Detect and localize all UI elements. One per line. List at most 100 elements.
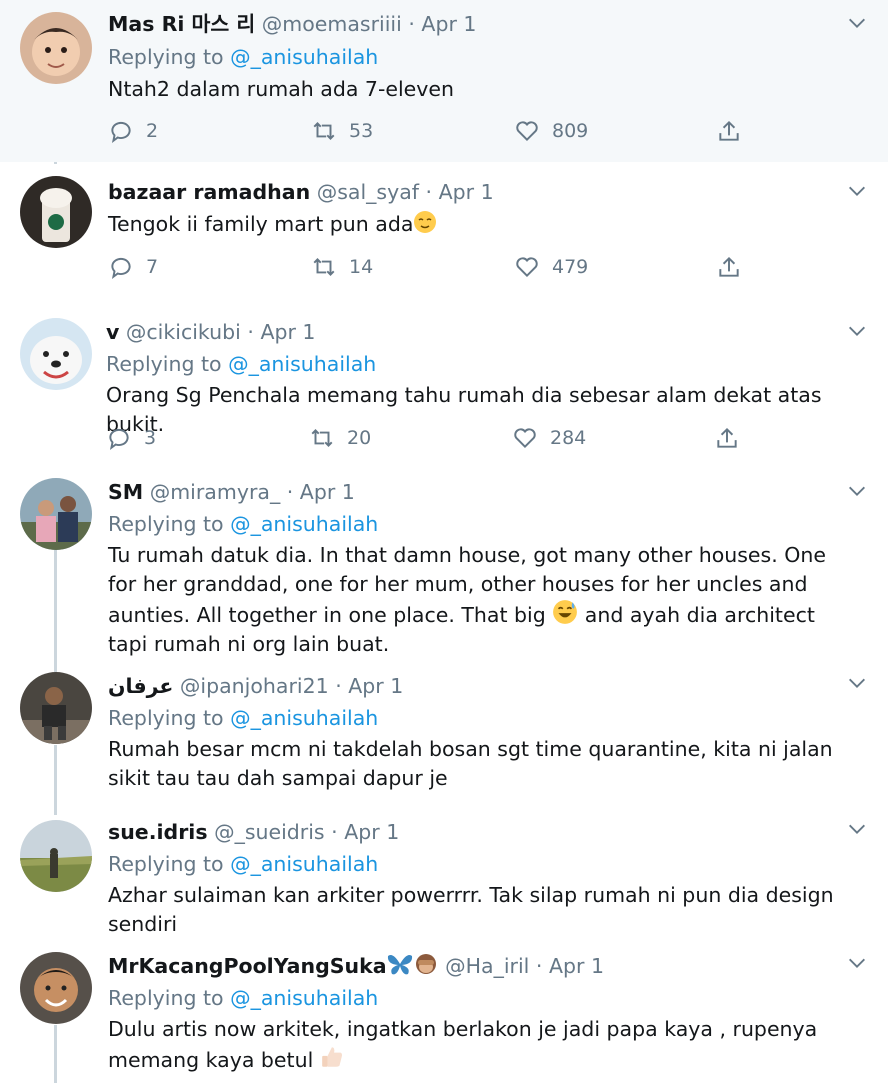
share-button[interactable] bbox=[716, 254, 742, 280]
username[interactable]: @ipanjohari21 bbox=[180, 674, 329, 698]
avatar[interactable] bbox=[20, 820, 92, 892]
replying-label: Replying to bbox=[108, 852, 224, 876]
separator: · bbox=[535, 954, 543, 978]
grinning-sweat-emoji-icon bbox=[553, 600, 578, 624]
replying-label: Replying to bbox=[108, 45, 224, 69]
tweet-text: Ntah2 dalam rumah ada 7-eleven bbox=[108, 77, 455, 101]
retweet-icon bbox=[313, 122, 335, 140]
avatar[interactable] bbox=[20, 478, 92, 550]
chevron-down-icon[interactable] bbox=[846, 320, 868, 342]
share-icon bbox=[717, 427, 737, 448]
replying-label: Replying to bbox=[108, 706, 224, 730]
timestamp[interactable]: Apr 1 bbox=[421, 12, 476, 36]
tweet[interactable]: sue.idris @_sueidris · Apr 1 Replying to… bbox=[0, 810, 888, 942]
username[interactable]: @cikicikubi bbox=[126, 320, 241, 344]
tweet-text-content: Dulu artis now arkitek, ingatkan berlako… bbox=[108, 1017, 818, 1072]
display-name[interactable]: bazaar ramadhan bbox=[108, 180, 310, 204]
avatar[interactable] bbox=[20, 176, 92, 248]
display-name[interactable]: Mas Ri 마스 리 bbox=[108, 12, 255, 36]
like-icon bbox=[514, 428, 536, 449]
username[interactable]: @moemasriiii bbox=[262, 12, 402, 36]
display-name[interactable]: v bbox=[106, 320, 119, 344]
tweet-text: Dulu artis now arkitek, ingatkan berlako… bbox=[108, 1015, 860, 1075]
timestamp[interactable]: Apr 1 bbox=[439, 180, 494, 204]
timestamp[interactable]: Apr 1 bbox=[348, 674, 403, 698]
tweet[interactable]: v @cikicikubi · Apr 1 Replying to @_anis… bbox=[0, 308, 888, 468]
tweet-header: sue.idris @_sueidris · Apr 1 bbox=[108, 818, 848, 846]
tweet-header: bazaar ramadhan @sal_syaf · Apr 1 bbox=[108, 178, 848, 206]
tweet-actions: 2 53 809 bbox=[108, 118, 748, 148]
username[interactable]: @_sueidris bbox=[214, 820, 325, 844]
share-button[interactable] bbox=[716, 118, 742, 144]
like-button[interactable]: 479 bbox=[514, 254, 588, 280]
display-name[interactable]: sue.idris bbox=[108, 820, 208, 844]
chevron-down-icon[interactable] bbox=[846, 818, 868, 840]
share-icon bbox=[719, 256, 739, 277]
tweet-header: عرفان @ipanjohari21 · Apr 1 bbox=[108, 672, 848, 700]
tweet-header: Mas Ri 마스 리 @moemasriiii · Apr 1 bbox=[108, 10, 848, 38]
mention-link[interactable]: @_anisuhailah bbox=[230, 512, 378, 536]
display-name[interactable]: SM bbox=[108, 480, 143, 504]
like-icon bbox=[516, 257, 538, 278]
separator: · bbox=[335, 674, 342, 698]
replying-to: Replying to @_anisuhailah bbox=[108, 510, 378, 538]
mention-link[interactable]: @_anisuhailah bbox=[230, 45, 378, 69]
tweet-text: Tu rumah datuk dia. In that damn house, … bbox=[108, 541, 860, 659]
butterfly-emoji-icon bbox=[387, 955, 412, 975]
mention-link[interactable]: @_anisuhailah bbox=[228, 352, 376, 376]
display-name[interactable]: MrKacangPoolYangSuka bbox=[108, 954, 387, 978]
retweet-icon bbox=[311, 429, 333, 447]
tweet-text-content: Tengok ii family mart pun ada bbox=[108, 212, 414, 236]
mention-link[interactable]: @_anisuhailah bbox=[230, 706, 378, 730]
display-name[interactable]: عرفان bbox=[108, 674, 173, 698]
retweet-button[interactable]: 53 bbox=[311, 118, 373, 144]
separator: · bbox=[408, 12, 415, 36]
tweet-actions: 7 14 479 bbox=[108, 254, 748, 284]
avatar[interactable] bbox=[20, 952, 92, 1024]
tweet[interactable]: bazaar ramadhan @sal_syaf · Apr 1 Tengok… bbox=[0, 162, 888, 308]
timestamp[interactable]: Apr 1 bbox=[300, 480, 355, 504]
separator: · bbox=[425, 180, 433, 204]
tweet[interactable]: MrKacangPoolYangSuka @Ha_iril · Apr 1 Re… bbox=[0, 942, 888, 1083]
reply-button[interactable]: 7 bbox=[108, 254, 158, 280]
replying-label: Replying to bbox=[106, 352, 222, 376]
chevron-down-icon[interactable] bbox=[846, 180, 868, 202]
reply-button[interactable]: 2 bbox=[108, 118, 158, 144]
timestamp[interactable]: Apr 1 bbox=[549, 954, 604, 978]
username[interactable]: @Ha_iril bbox=[445, 954, 529, 978]
timestamp[interactable]: Apr 1 bbox=[344, 820, 399, 844]
tweet-text: Tengok ii family mart pun ada bbox=[108, 210, 860, 239]
replying-to: Replying to @_anisuhailah bbox=[106, 350, 376, 378]
chevron-down-icon[interactable] bbox=[846, 480, 868, 502]
replying-label: Replying to bbox=[108, 986, 224, 1010]
relieved-face-emoji-icon bbox=[414, 211, 437, 233]
share-button[interactable] bbox=[714, 425, 740, 451]
tweet-actions: 3 20 284 bbox=[106, 425, 746, 455]
like-button[interactable]: 284 bbox=[512, 425, 586, 451]
timestamp[interactable]: Apr 1 bbox=[260, 320, 315, 344]
avatar[interactable] bbox=[20, 318, 92, 390]
retweet-button[interactable]: 14 bbox=[311, 254, 373, 280]
tweet-header: MrKacangPoolYangSuka @Ha_iril · Apr 1 bbox=[108, 952, 848, 980]
avatar[interactable] bbox=[20, 672, 92, 744]
chevron-down-icon[interactable] bbox=[846, 672, 868, 694]
tweet[interactable]: Mas Ri 마스 리 @moemasriiii · Apr 1 Replyin… bbox=[0, 0, 888, 162]
avatar[interactable] bbox=[20, 12, 92, 84]
username[interactable]: @sal_syaf bbox=[317, 180, 419, 204]
reply-button[interactable]: 3 bbox=[106, 425, 156, 451]
like-count: 479 bbox=[552, 256, 589, 278]
thumbs-up-emoji-icon bbox=[321, 1047, 342, 1067]
retweet-count: 53 bbox=[349, 120, 374, 142]
mention-link[interactable]: @_anisuhailah bbox=[230, 852, 378, 876]
retweet-icon bbox=[313, 258, 335, 276]
chevron-down-icon[interactable] bbox=[846, 952, 868, 974]
reply-count: 2 bbox=[146, 120, 159, 142]
tweet[interactable]: SM @miramyra_ · Apr 1 Replying to @_anis… bbox=[0, 468, 888, 662]
tweet[interactable]: عرفان @ipanjohari21 · Apr 1 Replying to … bbox=[0, 662, 888, 810]
mention-link[interactable]: @_anisuhailah bbox=[230, 986, 378, 1010]
replying-to: Replying to @_anisuhailah bbox=[108, 850, 378, 878]
username[interactable]: @miramyra_ bbox=[150, 480, 281, 504]
chevron-down-icon[interactable] bbox=[846, 12, 868, 34]
like-button[interactable]: 809 bbox=[514, 118, 588, 144]
retweet-button[interactable]: 20 bbox=[309, 425, 371, 451]
